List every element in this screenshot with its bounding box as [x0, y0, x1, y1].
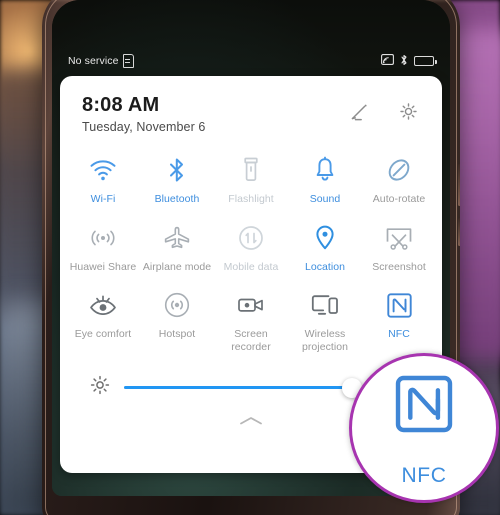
location-pin-icon	[314, 222, 336, 254]
clock-date: Tuesday, November 6	[82, 120, 206, 134]
toggle-airplane-mode[interactable]: Airplane mode	[140, 212, 214, 280]
toggle-label: Bluetooth	[154, 193, 200, 205]
status-bar-left: No service	[68, 54, 134, 68]
panel-header: 8:08 AM Tuesday, November 6	[60, 76, 442, 134]
panel-header-actions	[349, 94, 420, 128]
nfc-icon	[395, 375, 453, 438]
toggle-label: Location	[304, 260, 346, 273]
status-bar-right	[381, 54, 437, 69]
toggle-label: Wireless projection	[301, 328, 349, 353]
toggle-bluetooth[interactable]: Bluetooth	[140, 144, 214, 212]
screen-recorder-icon	[236, 289, 266, 321]
toggle-label: Eye comfort	[74, 328, 132, 340]
toggle-label: Auto-rotate	[372, 193, 426, 205]
gear-icon[interactable]	[397, 100, 420, 128]
toggle-wifi[interactable]: Wi-Fi	[66, 144, 140, 212]
toggle-auto-rotate[interactable]: Auto-rotate	[362, 144, 436, 212]
toggle-flashlight[interactable]: Flashlight	[214, 144, 288, 212]
toggle-screenshot[interactable]: Screenshot	[362, 212, 436, 280]
toggle-label: Sound	[309, 193, 341, 205]
slider-fill	[124, 386, 352, 389]
nfc-icon	[386, 289, 412, 321]
airplane-icon	[163, 222, 191, 254]
toggle-screen-recorder[interactable]: Screen recorder	[214, 279, 288, 359]
flashlight-icon	[242, 154, 260, 186]
toggle-label: Airplane mode	[142, 260, 212, 273]
sim-card-icon	[122, 54, 134, 68]
wifi-icon	[89, 154, 117, 186]
bluetooth-icon	[400, 54, 408, 69]
chevron-up-icon[interactable]	[238, 414, 264, 432]
toggle-label: Screenshot	[372, 260, 426, 273]
toggle-eye-comfort[interactable]: Eye comfort	[66, 279, 140, 359]
toggle-label: Mobile data	[223, 260, 279, 273]
toggle-sound[interactable]: Sound	[288, 144, 362, 212]
power-button[interactable]	[458, 218, 460, 246]
clock-block: 8:08 AM Tuesday, November 6	[82, 94, 205, 134]
battery-icon	[414, 56, 437, 66]
toggle-label: Wi-Fi	[90, 193, 116, 205]
wireless-projection-icon	[310, 289, 340, 321]
toggle-mobile-data[interactable]: Mobile data	[214, 212, 288, 280]
brightness-sun-icon[interactable]	[90, 375, 110, 400]
nfc-callout-label: NFC	[401, 463, 447, 487]
bluetooth-icon	[166, 154, 188, 186]
screen-cast-icon	[381, 54, 394, 68]
toggle-label: Huawei Share	[69, 260, 137, 273]
edit-pencil-icon[interactable]	[349, 101, 371, 128]
bell-icon	[313, 154, 337, 186]
toggle-label: Hotspot	[158, 328, 196, 340]
toggle-label: NFC	[388, 328, 410, 340]
carrier-label: No service	[68, 55, 119, 67]
screenshot-scene: No service 8:08 AM Tuesday, November 6 W…	[0, 0, 500, 515]
status-bar: No service	[52, 48, 450, 74]
clock-time: 8:08 AM	[82, 94, 160, 116]
huawei-share-icon	[88, 222, 118, 254]
toggle-label: Screen recorder	[231, 328, 271, 353]
hotspot-icon	[163, 289, 191, 321]
mobile-data-icon	[237, 222, 265, 254]
screenshot-icon	[384, 222, 414, 254]
quick-toggle-grid: Wi-Fi Bluetooth Flashlight Sound Auto-ro…	[60, 134, 442, 359]
nfc-magnifier-callout: NFC	[349, 353, 499, 503]
toggle-huawei-share[interactable]: Huawei Share	[66, 212, 140, 280]
eye-comfort-icon	[88, 289, 118, 321]
toggle-location[interactable]: Location	[288, 212, 362, 280]
toggle-label: Flashlight	[228, 193, 274, 205]
toggle-nfc[interactable]: NFC	[362, 279, 436, 359]
volume-button[interactable]	[458, 164, 460, 206]
auto-rotate-icon	[385, 154, 413, 186]
toggle-hotspot[interactable]: Hotspot	[140, 279, 214, 359]
toggle-wireless-projection[interactable]: Wireless projection	[288, 279, 362, 359]
